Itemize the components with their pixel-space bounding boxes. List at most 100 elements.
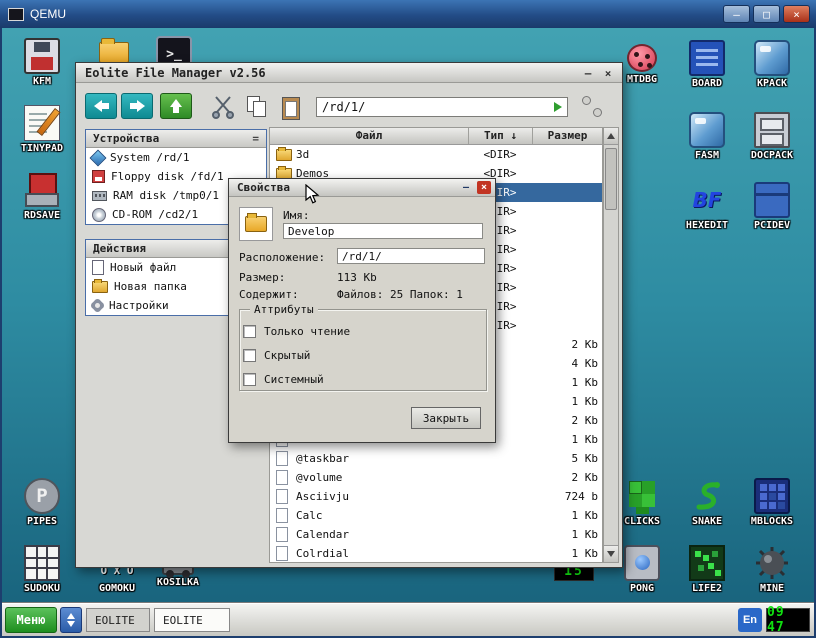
arrow-up-icon	[607, 133, 615, 139]
file-name: Calc	[296, 509, 323, 522]
toolbar-dot-button[interactable]	[582, 96, 591, 105]
desktop-icon-sudoku[interactable]: SUDOKU	[10, 545, 74, 594]
file-list-header: Файл Тип ↓ Размер	[270, 128, 602, 145]
desktop-icon-pipes[interactable]: P PIPES	[10, 478, 74, 527]
folder-icon	[245, 213, 267, 232]
desktop-icon-life2[interactable]: LIFE2	[675, 545, 739, 594]
language-indicator[interactable]: En	[738, 608, 762, 632]
table-row[interactable]: Calc 1 Kb	[270, 506, 602, 525]
ice-cube-icon	[754, 40, 790, 76]
table-row[interactable]: Calendar 1 Kb	[270, 525, 602, 544]
properties-dialog: Свойства – × Имя: Develop Расположение: …	[228, 178, 496, 443]
column-type[interactable]: Тип ↓	[468, 128, 532, 144]
desktop-icon-kpack[interactable]: KPACK	[740, 40, 804, 89]
column-file[interactable]: Файл	[270, 129, 468, 142]
cd-disc-icon	[92, 207, 106, 222]
desktop-icon-hexedit[interactable]: BF HEXEDIT	[675, 182, 739, 231]
desktop-icon-snake[interactable]: SNAKE	[675, 478, 739, 527]
copy-button[interactable]	[244, 94, 270, 120]
path-input[interactable]: /rd/1/	[316, 97, 568, 117]
checkbox[interactable]	[243, 325, 256, 338]
dialog-close-button[interactable]: ×	[477, 181, 491, 194]
menu-button[interactable]: Меню	[5, 607, 57, 633]
desktop-icon-tinypad[interactable]: TINYPAD	[10, 105, 74, 154]
window-title: QEMU	[30, 7, 66, 21]
mouse-cursor	[305, 184, 320, 204]
table-row[interactable]: 3d <DIR>	[270, 145, 602, 164]
forward-button[interactable]	[121, 93, 153, 119]
toolbar-dot-button[interactable]	[593, 108, 602, 117]
cut-button[interactable]	[210, 94, 236, 120]
file-size: 1 Kb	[571, 433, 599, 446]
qemu-window: QEMU – □ × KFM TINYPAD RDSAVE >_ MTDBG B…	[0, 0, 816, 638]
ice-cube-icon	[689, 112, 725, 148]
blue-grid-icon	[754, 478, 790, 514]
desktop-icon-fasm[interactable]: FASM	[675, 112, 739, 161]
qemu-app-icon	[8, 7, 24, 21]
desktop-icon-mblocks[interactable]: MBLOCKS	[740, 478, 804, 527]
table-row[interactable]: Colrdial 1 Kb	[270, 544, 602, 562]
eolite-titlebar[interactable]: Eolite File Manager v2.56	[76, 63, 622, 83]
checkbox-label: Скрытый	[264, 349, 311, 362]
close-button[interactable]: ×	[783, 5, 810, 23]
device-item-system[interactable]: System /rd/1	[86, 148, 266, 167]
name-field[interactable]: Develop	[283, 223, 483, 239]
arrow-left-icon	[93, 100, 102, 112]
table-row[interactable]: @taskbar 5 Kb	[270, 449, 602, 468]
file-name: Asciivju	[296, 490, 349, 503]
hidden-checkbox-row[interactable]: Скрытый	[243, 349, 310, 362]
taskbar-item-eolite-active[interactable]: EOLITE	[154, 608, 230, 632]
desktop-icon-kfm[interactable]: KFM	[10, 38, 74, 87]
file-size: 1 Kb	[571, 547, 599, 560]
contains-value: Файлов: 25 Папок: 1	[337, 288, 463, 301]
desktop-icon-mine[interactable]: MINE	[740, 545, 804, 594]
location-label: Расположение:	[239, 251, 326, 264]
blue-chest-icon	[754, 182, 790, 218]
checkbox[interactable]	[243, 373, 256, 386]
file-size: 724 b	[564, 490, 598, 503]
go-arrow-icon[interactable]	[554, 102, 562, 112]
desktop-icon-pcidev[interactable]: PCIDEV	[740, 182, 804, 231]
dialog-titlebar[interactable]: Свойства	[229, 179, 495, 197]
green-blocks-icon	[624, 478, 660, 514]
desktop-icon-rdsave[interactable]: RDSAVE	[10, 172, 74, 221]
dialog-minimize-button[interactable]: –	[459, 181, 473, 194]
path-text: /rd/1/	[322, 100, 366, 114]
eolite-close-button[interactable]: ×	[600, 66, 616, 80]
close-dialog-button[interactable]: Закрыть	[411, 407, 481, 429]
pipe-icon: P	[24, 478, 60, 514]
scrollbar-thumb[interactable]	[605, 148, 617, 210]
minimize-button[interactable]: –	[723, 5, 750, 23]
desktop-icon-board[interactable]: BOARD	[675, 40, 739, 89]
up-button[interactable]	[160, 93, 192, 119]
file-list-scrollbar[interactable]	[603, 127, 619, 563]
taskbar: Меню EOLITE EOLITE En 09 47	[2, 603, 814, 636]
checkbox-label: Системный	[264, 373, 324, 386]
scroll-down-button[interactable]	[604, 545, 618, 562]
collapse-icon[interactable]: =	[252, 132, 259, 145]
arrow-up-icon	[170, 99, 182, 107]
scroll-up-button[interactable]	[604, 128, 618, 145]
desktop-icon-docpack[interactable]: DOCPACK	[740, 112, 804, 161]
column-size[interactable]: Размер	[532, 128, 602, 144]
file-type-icon	[276, 451, 288, 466]
qemu-titlebar[interactable]: QEMU – □ ×	[0, 0, 816, 28]
snake-icon	[689, 478, 725, 514]
back-button[interactable]	[85, 93, 117, 119]
eolite-minimize-button[interactable]: –	[580, 66, 596, 80]
table-row[interactable]: Asciivju 724 b	[270, 487, 602, 506]
size-value: 113 Kb	[337, 271, 377, 284]
maximize-button[interactable]: □	[753, 5, 780, 23]
desktop-icon-folder[interactable]	[82, 32, 146, 65]
devices-header[interactable]: Устройства =	[86, 130, 266, 148]
location-field[interactable]: /rd/1/	[337, 248, 485, 264]
paste-button[interactable]	[278, 94, 304, 120]
window-switcher-button[interactable]	[60, 607, 82, 633]
arrow-down-icon	[67, 621, 75, 627]
checkbox[interactable]	[243, 349, 256, 362]
system-checkbox-row[interactable]: Системный	[243, 373, 324, 386]
table-row[interactable]: @volume 2 Kb	[270, 468, 602, 487]
taskbar-item-eolite[interactable]: EOLITE	[86, 608, 150, 632]
ram-chip-icon	[92, 190, 107, 201]
readonly-checkbox-row[interactable]: Только чтение	[243, 325, 350, 338]
